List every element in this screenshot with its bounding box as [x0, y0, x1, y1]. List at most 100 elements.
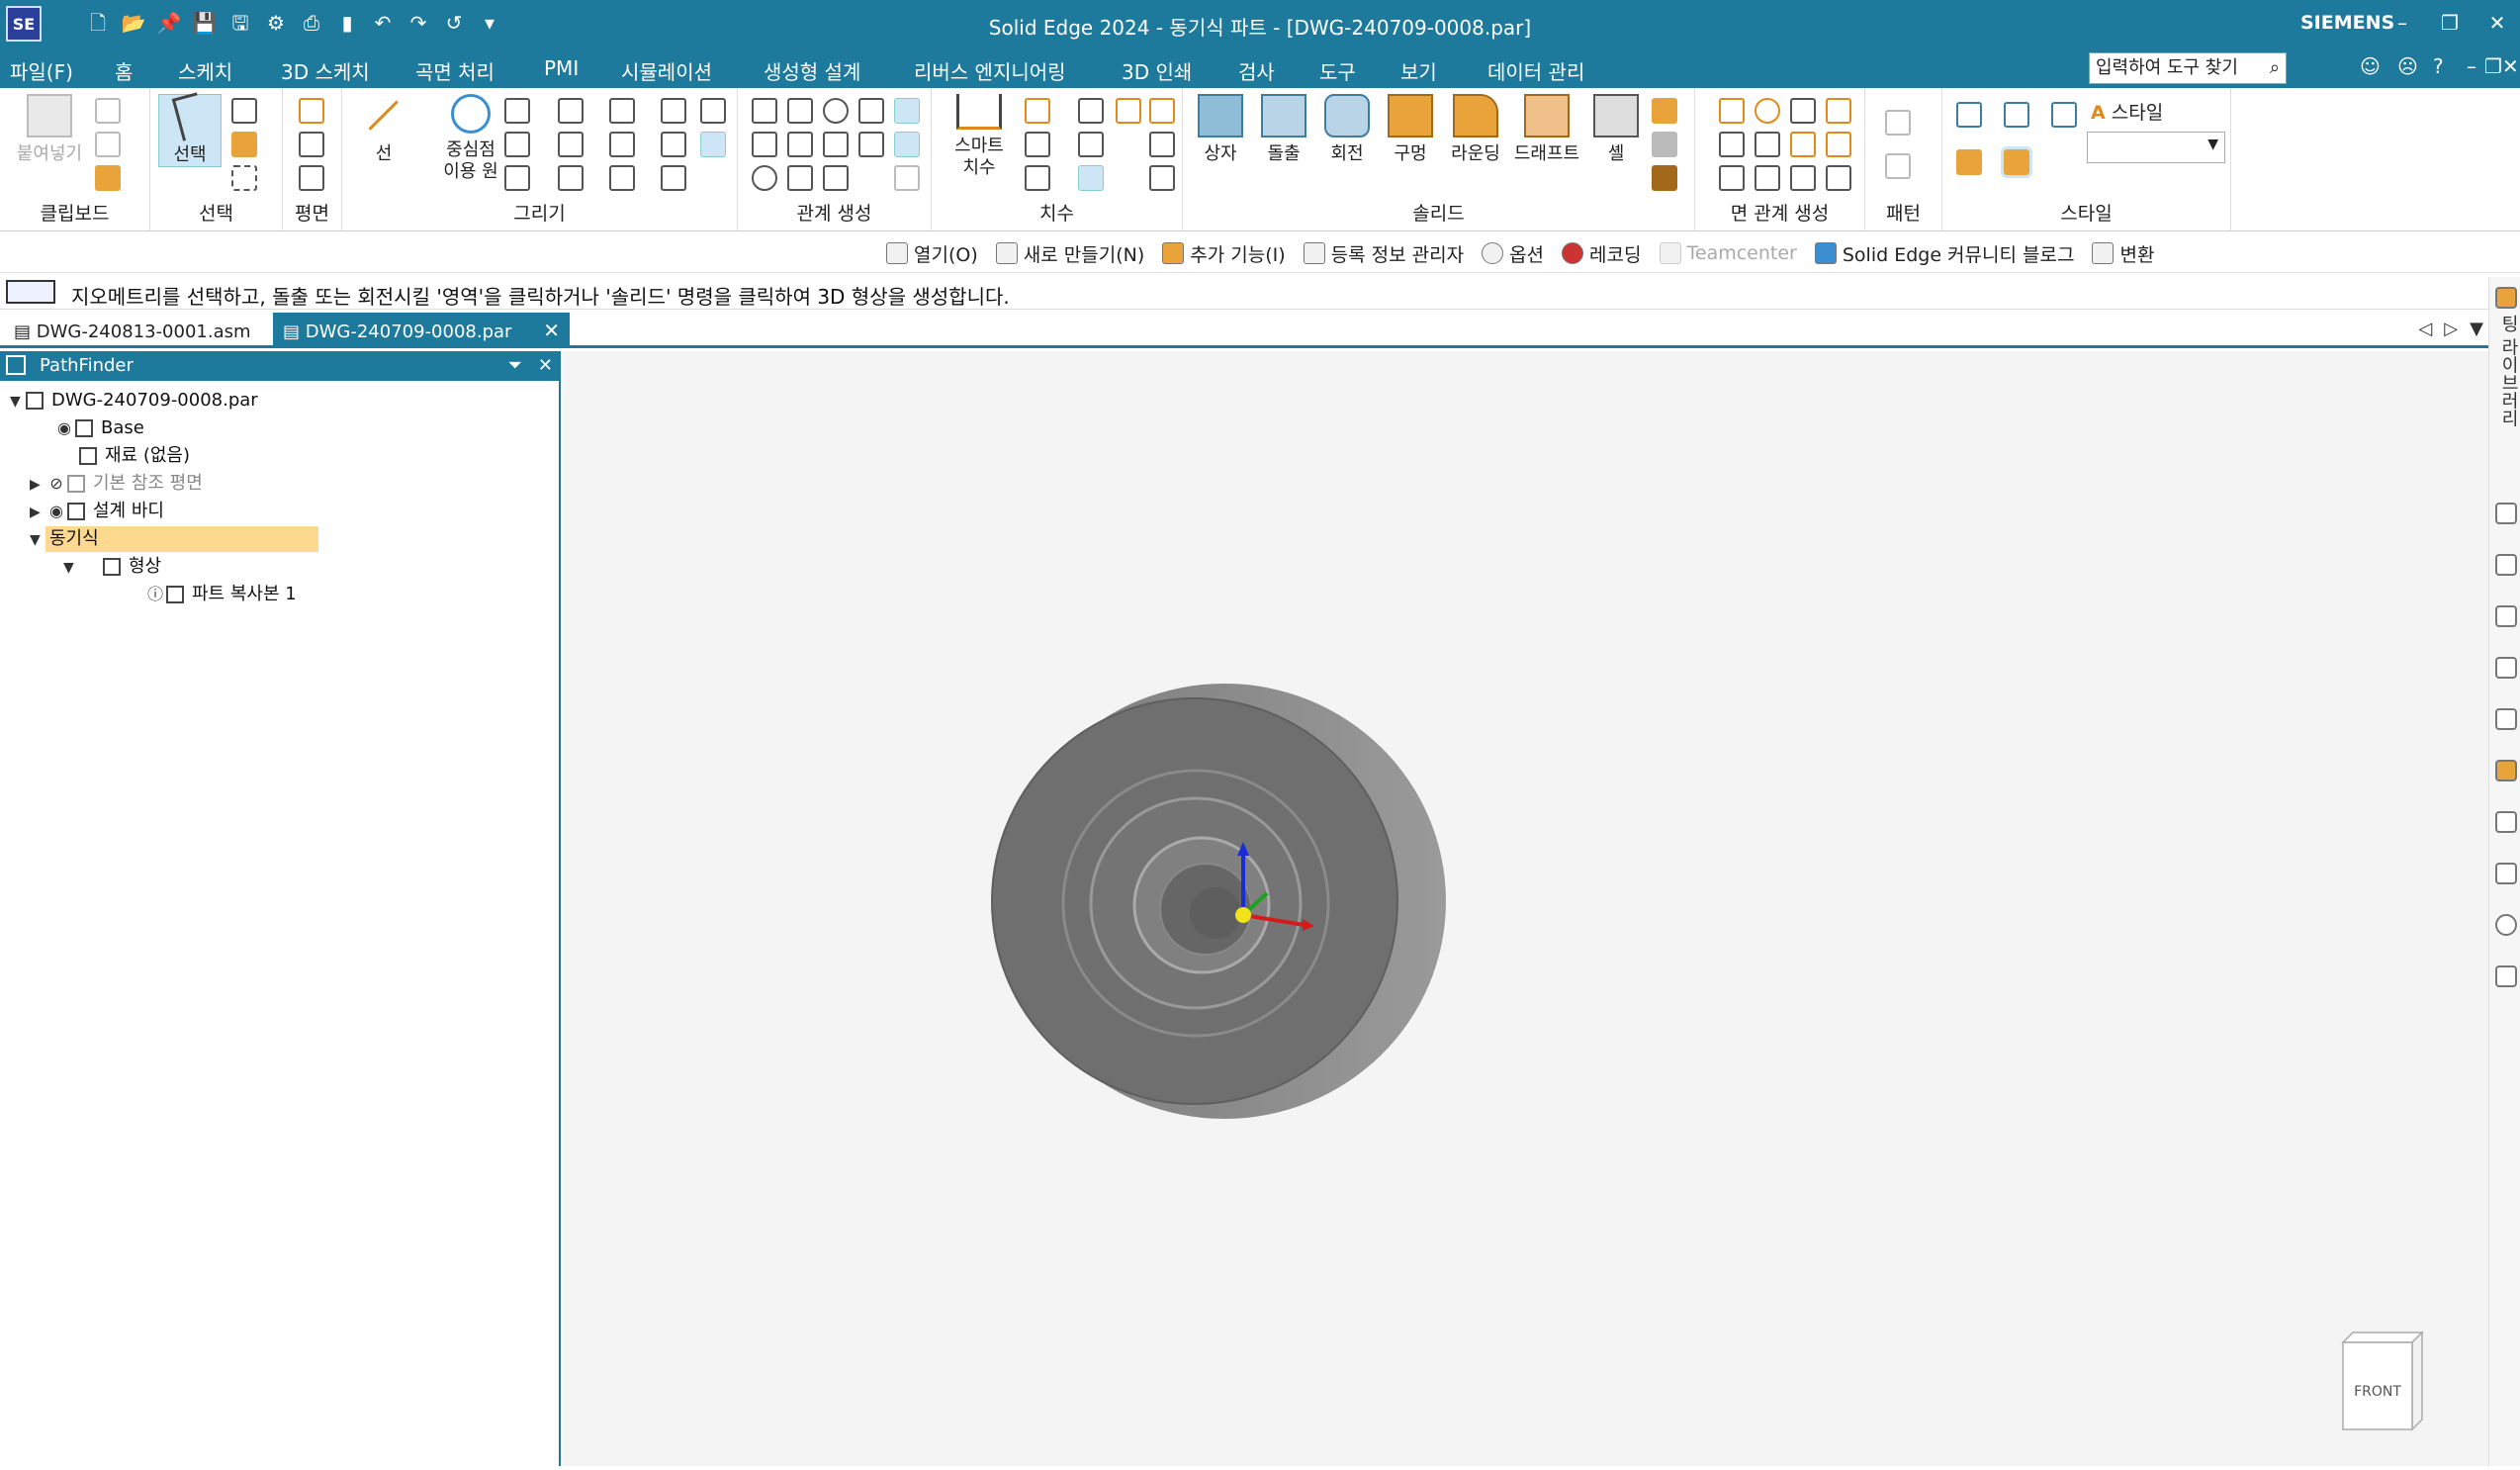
expand-icon[interactable]: ▼ [10, 389, 26, 414]
auto-dimension-icon[interactable] [1078, 165, 1104, 191]
line-button[interactable]: 선 [356, 94, 427, 165]
library-icon[interactable] [2495, 287, 2517, 309]
face-flip-icon[interactable] [1826, 98, 1851, 124]
close-tab-icon[interactable]: ✕ [543, 319, 560, 342]
coaxial-icon[interactable] [1755, 98, 1780, 124]
tree-node-ref-planes[interactable]: ▶ ⊘ 기본 참조 평면 [30, 471, 203, 497]
lock-icon[interactable] [858, 98, 884, 124]
arc-icon[interactable] [504, 132, 530, 157]
extrude-button[interactable]: 돌출 [1258, 94, 1309, 165]
recording-button[interactable]: 레코딩 [1562, 240, 1642, 267]
menu-sketch[interactable]: 스케치 [178, 56, 232, 85]
graphics-viewport[interactable]: FRONT [563, 351, 2488, 1466]
plane-icon[interactable] [299, 98, 324, 124]
eye-hidden-icon[interactable]: ⊘ [45, 471, 67, 497]
face-perpendicular-icon[interactable] [1719, 165, 1745, 191]
connect-icon[interactable] [752, 98, 777, 124]
coordinate-dim-icon[interactable] [1116, 98, 1141, 124]
parts-library-icon[interactable] [2495, 503, 2517, 524]
face-symmetric-icon[interactable] [1790, 98, 1816, 124]
doc-restore-icon[interactable]: ❐ [2484, 54, 2502, 78]
style-label[interactable]: A 스타일 [2091, 98, 2163, 125]
library-tab-label[interactable]: 팅 라이브러리 [2495, 315, 2520, 427]
convert-button[interactable]: 변환 [2092, 240, 2154, 267]
revolve-button[interactable]: 회전 [1321, 94, 1373, 165]
prompt-icon[interactable] [6, 280, 55, 304]
face-tangent-icon[interactable] [1826, 132, 1851, 157]
project-icon[interactable] [661, 98, 686, 124]
symmetric-diameter-icon[interactable] [1078, 132, 1104, 157]
open-button[interactable]: 열기(O) [886, 240, 978, 267]
relation-handles-icon[interactable] [894, 132, 920, 157]
grid-icon[interactable] [2495, 657, 2517, 679]
select-body-icon[interactable] [231, 132, 257, 157]
settings-dock-icon[interactable] [2495, 914, 2517, 936]
face-parallel-icon[interactable] [1719, 132, 1745, 157]
text-size-down-icon[interactable] [1149, 165, 1175, 191]
pathfinder-options-icon[interactable]: ⏷ [508, 351, 522, 381]
menu-view[interactable]: 보기 [1400, 56, 1437, 85]
dimension-axis-icon[interactable] [661, 132, 686, 157]
hole-button[interactable]: 구멍 [1385, 94, 1436, 165]
thicken-icon[interactable] [1652, 132, 1677, 157]
select-area-icon[interactable] [231, 165, 257, 191]
menu-home[interactable]: 홈 [115, 56, 134, 92]
coordinate-system-icon[interactable] [299, 165, 324, 191]
center-circle-button[interactable]: 중심점 이용 원 [425, 94, 516, 183]
shaded-icon[interactable] [1956, 149, 1982, 175]
menu-file[interactable]: 파일(F) [10, 56, 73, 85]
key-icon[interactable] [2495, 760, 2517, 781]
perpendicular-icon[interactable] [823, 132, 849, 157]
expand-icon[interactable]: ▼ [30, 527, 45, 553]
info-icon[interactable]: ⓘ [144, 582, 166, 607]
options-button[interactable]: 옵션 [1482, 240, 1544, 267]
select-button[interactable]: 선택 [158, 92, 222, 167]
search-icon[interactable]: ⌕ [2270, 53, 2280, 83]
plane-normal-icon[interactable] [299, 132, 324, 157]
rigid-icon[interactable] [858, 132, 884, 157]
shaded-edges-icon[interactable] [2001, 146, 2032, 178]
smile-icon[interactable]: ☺ [2360, 54, 2381, 78]
mirror-pattern-icon[interactable] [1885, 153, 1911, 179]
tree-node-material[interactable]: 재료 (없음) [79, 443, 190, 469]
text-size-up-icon[interactable] [1149, 132, 1175, 157]
angle-icon[interactable] [1078, 98, 1104, 124]
menu-pmi[interactable]: PMI [544, 56, 579, 80]
pen-icon[interactable] [661, 165, 686, 191]
intersect-icon[interactable] [700, 98, 726, 124]
angle-between-icon[interactable] [1025, 132, 1050, 157]
tab-prev-icon[interactable]: ◁ [2418, 319, 2432, 339]
mirror-icon[interactable] [609, 165, 635, 191]
draft-button[interactable]: 드래프트 [1509, 94, 1584, 165]
face-concentric-icon[interactable] [1790, 132, 1816, 157]
cut-icon[interactable] [95, 98, 121, 124]
smart-dimension-button[interactable]: 스마트 치수 [944, 94, 1015, 179]
face-angle-icon[interactable] [1755, 165, 1780, 191]
fillet-icon[interactable] [558, 132, 584, 157]
text-style-icon[interactable] [1149, 98, 1175, 124]
menu-3d-print[interactable]: 3D 인쇄 [1122, 56, 1192, 85]
face-ground-icon[interactable] [1790, 165, 1816, 191]
minimize-icon[interactable]: – [2385, 8, 2419, 38]
expand-icon[interactable]: ▼ [63, 555, 79, 581]
view-trimetric-icon[interactable] [2051, 102, 2077, 128]
pathfinder-close-icon[interactable]: ✕ [538, 351, 553, 381]
registry-button[interactable]: 등록 정보 관리자 [1303, 240, 1464, 267]
view-dimetric-icon[interactable] [2004, 102, 2029, 128]
trim-icon[interactable] [504, 165, 530, 191]
chamfer-dim-icon[interactable] [1025, 165, 1050, 191]
face-lock-icon[interactable] [1826, 165, 1851, 191]
blog-button[interactable]: Solid Edge 커뮤니티 블로그 [1814, 240, 2074, 267]
collapse-icon[interactable]: ▶ [30, 472, 45, 498]
eye-icon[interactable]: ◉ [45, 499, 67, 524]
menu-data-mgmt[interactable]: 데이터 관리 [1487, 56, 1584, 85]
rectangle-icon[interactable] [504, 98, 530, 124]
menu-generative[interactable]: 생성형 설계 [764, 56, 860, 85]
move-icon[interactable] [609, 132, 635, 157]
round-button[interactable]: 라운딩 [1446, 94, 1505, 165]
eye-icon[interactable]: ◉ [53, 415, 75, 441]
collapse-icon[interactable]: ▶ [30, 500, 45, 525]
offset-icon[interactable] [609, 98, 635, 124]
tree-node-part[interactable]: ▼ DWG-240709-0008.par [10, 388, 258, 413]
curve-icon[interactable] [558, 98, 584, 124]
